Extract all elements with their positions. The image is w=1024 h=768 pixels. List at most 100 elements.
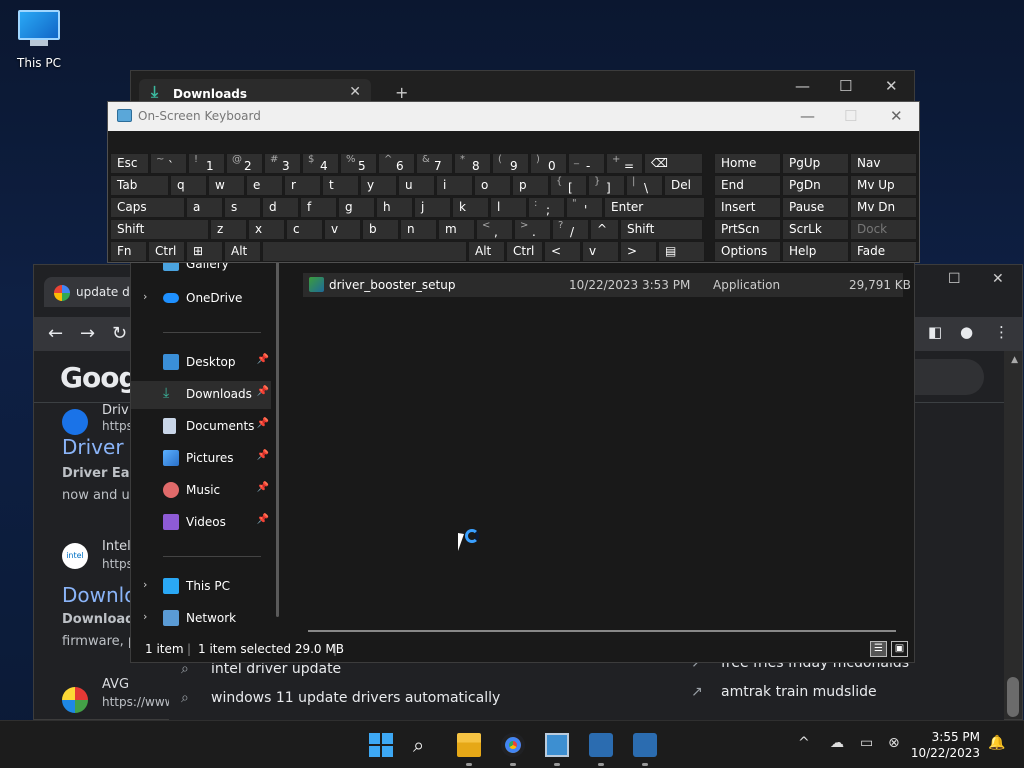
nav-item-pictures[interactable]: Pictures 📌 — [131, 445, 271, 473]
key-nav-2-0[interactable]: Insert — [714, 197, 781, 218]
key-row5-5[interactable]: Alt — [468, 241, 505, 262]
this-pc-desktop-icon[interactable]: This PC — [10, 10, 68, 70]
key-row5-8[interactable]: v — [582, 241, 619, 262]
key-row3-0[interactable]: Caps — [110, 197, 185, 218]
maximize-button[interactable]: ☐ — [839, 77, 852, 95]
chrome-scrollbar[interactable]: ▲ — [1004, 351, 1022, 719]
key-row5-4[interactable] — [262, 241, 467, 262]
key-row1-4[interactable]: #3 — [264, 153, 301, 174]
nav-item-this-pc[interactable]: › This PC — [131, 573, 271, 601]
key-nav-0-1[interactable]: PgUp — [782, 153, 849, 174]
key-row1-13[interactable]: + = — [606, 153, 643, 174]
key-row1-8[interactable]: & 7 — [416, 153, 453, 174]
sidebar-icon[interactable]: ◧ — [928, 323, 942, 341]
key-row2-1[interactable]: q — [170, 175, 207, 196]
key-row4-1[interactable]: z — [210, 219, 247, 240]
key-row2-7[interactable]: u — [398, 175, 435, 196]
chrome-icon[interactable] — [501, 733, 525, 757]
pin-icon[interactable]: 📌 — [257, 418, 269, 429]
pin-icon[interactable]: 📌 — [257, 354, 269, 365]
key-nav-3-1[interactable]: ScrLk — [782, 219, 849, 240]
key-row1-6[interactable]: % 5 — [340, 153, 377, 174]
search-result[interactable]: AVG https://www — [62, 677, 174, 713]
nav-scrollbar[interactable] — [276, 257, 279, 617]
close-button[interactable]: ✕ — [885, 77, 898, 95]
key-nav-2-1[interactable]: Pause — [782, 197, 849, 218]
osk-close-icon[interactable]: ✕ — [890, 107, 903, 125]
key-row4-4[interactable]: v — [324, 219, 361, 240]
key-row1-11[interactable]: ) 0 — [530, 153, 567, 174]
key-row2-4[interactable]: r — [284, 175, 321, 196]
key-nav-4-1[interactable]: Help — [782, 241, 849, 262]
key-row1-1[interactable]: ~ ` — [150, 153, 187, 174]
key-row5-0[interactable]: Fn — [110, 241, 147, 262]
search-result[interactable]: Driv https — [62, 403, 133, 435]
key-row2-3[interactable]: e — [246, 175, 283, 196]
key-row3-4[interactable]: f — [300, 197, 337, 218]
key-row2-12[interactable]: }] — [588, 175, 625, 196]
key-row3-10[interactable]: :; — [528, 197, 565, 218]
key-row1-2[interactable]: ! 1 — [188, 153, 225, 174]
key-row2-2[interactable]: w — [208, 175, 245, 196]
nav-item-desktop[interactable]: Desktop 📌 — [131, 349, 271, 377]
key-row1-14[interactable]: ⌫ — [644, 153, 703, 174]
search-icon[interactable]: ⌕ — [413, 733, 437, 757]
related-search-item[interactable]: ⌕ intel driver update — [181, 661, 341, 677]
network-status-icon[interactable]: ⊗ — [888, 735, 900, 751]
chrome-close-icon[interactable]: ✕ — [992, 271, 1004, 287]
result-title[interactable]: Downlo — [62, 583, 136, 607]
minimize-button[interactable]: — — [795, 77, 810, 95]
key-row2-14[interactable]: Del — [664, 175, 703, 196]
key-row2-9[interactable]: o — [474, 175, 511, 196]
nav-item-onedrive[interactable]: › OneDrive — [131, 285, 271, 313]
onedrive-icon[interactable]: ☁ — [830, 735, 844, 751]
file-row[interactable]: driver_booster_setup 10/22/2023 3:53 PM … — [303, 273, 911, 297]
key-nav-3-2[interactable]: Dock — [850, 219, 917, 240]
key-nav-2-2[interactable]: Mv Dn — [850, 197, 917, 218]
key-row4-5[interactable]: b — [362, 219, 399, 240]
installer-app-icon[interactable] — [589, 733, 613, 757]
key-row4-9[interactable]: >. — [514, 219, 551, 240]
key-row3-5[interactable]: g — [338, 197, 375, 218]
chrome-maximize-icon[interactable]: ☐ — [948, 271, 961, 287]
nav-item-videos[interactable]: Videos 📌 — [131, 509, 271, 537]
key-row3-1[interactable]: a — [186, 197, 223, 218]
key-row4-7[interactable]: m — [438, 219, 475, 240]
horizontal-scrollbar[interactable] — [308, 630, 896, 632]
key-row3-3[interactable]: d — [262, 197, 299, 218]
display-icon[interactable]: ▭ — [860, 735, 873, 751]
key-row2-6[interactable]: y — [360, 175, 397, 196]
key-row4-0[interactable]: Shift — [110, 219, 209, 240]
key-row1-12[interactable]: _ - — [568, 153, 605, 174]
key-row5-7[interactable]: < — [544, 241, 581, 262]
trending-search-item[interactable]: ↗ amtrak train mudslide — [691, 684, 877, 700]
pin-icon[interactable]: 📌 — [257, 450, 269, 461]
key-row5-1[interactable]: Ctrl — [148, 241, 185, 262]
key-row3-2[interactable]: s — [224, 197, 261, 218]
notification-bell-icon[interactable]: 🔔 — [988, 735, 1005, 751]
pin-icon[interactable]: 📌 — [257, 482, 269, 493]
profile-icon[interactable]: ● — [960, 323, 973, 341]
key-row3-9[interactable]: l — [490, 197, 527, 218]
key-row3-11[interactable]: " ' — [566, 197, 603, 218]
key-row5-2[interactable]: ⊞ — [186, 241, 223, 262]
pin-icon[interactable]: 📌 — [257, 514, 269, 525]
key-row5-10[interactable]: ▤ — [658, 241, 705, 262]
key-row1-10[interactable]: (9 — [492, 153, 529, 174]
key-nav-3-0[interactable]: PrtScn — [714, 219, 781, 240]
key-nav-1-2[interactable]: Mv Up — [850, 175, 917, 196]
nav-item-music[interactable]: Music 📌 — [131, 477, 271, 505]
key-row2-13[interactable]: | \ — [626, 175, 663, 196]
key-row4-10[interactable]: ? / — [552, 219, 589, 240]
file-explorer-icon[interactable] — [457, 733, 481, 757]
scroll-up-icon[interactable]: ▲ — [1011, 355, 1018, 365]
menu-icon[interactable]: ⋮ — [994, 323, 1009, 341]
key-nav-4-0[interactable]: Options — [714, 241, 781, 262]
key-row3-7[interactable]: j — [414, 197, 451, 218]
nav-item-documents[interactable]: Documents 📌 — [131, 413, 271, 441]
key-row3-6[interactable]: h — [376, 197, 413, 218]
key-row2-11[interactable]: {[ — [550, 175, 587, 196]
forward-arrow-icon[interactable]: → — [80, 323, 95, 344]
nav-item-downloads[interactable]: ⤓ Downloads 📌 — [131, 381, 271, 409]
close-tab-icon[interactable]: ✕ — [349, 84, 361, 100]
